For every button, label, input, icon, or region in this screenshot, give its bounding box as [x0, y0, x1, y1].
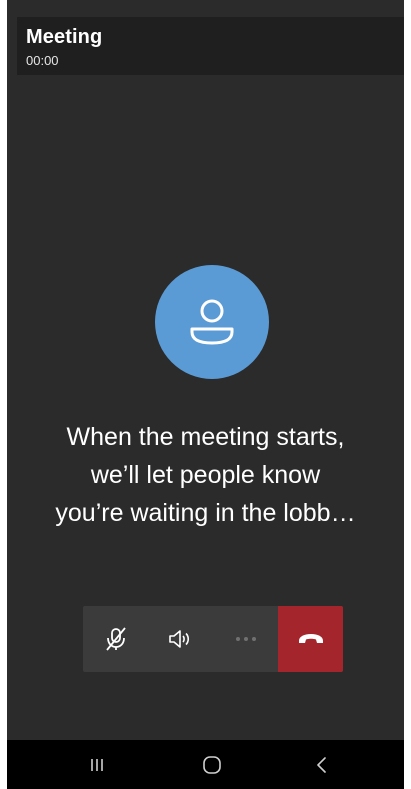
mic-off-icon	[105, 627, 126, 651]
recent-apps-button[interactable]	[67, 740, 127, 789]
back-button[interactable]	[292, 740, 352, 789]
mute-button[interactable]	[83, 606, 148, 672]
meeting-timer: 00:00	[26, 53, 59, 68]
more-options-icon	[235, 637, 256, 641]
home-button[interactable]	[182, 740, 242, 789]
system-nav-bar	[7, 740, 404, 789]
status-line: you’re waiting in the lobb…	[55, 499, 356, 527]
avatar	[155, 265, 269, 379]
call-controls-bar	[83, 606, 343, 672]
home-icon	[203, 755, 221, 774]
status-line: When the meeting starts,	[66, 423, 345, 451]
status-line: we’ll let people know	[90, 461, 321, 489]
phone-screen: Meeting 00:00 When the meeting starts, w…	[7, 0, 404, 789]
person-icon	[190, 299, 234, 345]
hang-up-icon	[298, 634, 323, 643]
meeting-title: Meeting	[26, 26, 103, 48]
speaker-button[interactable]	[148, 606, 213, 672]
recent-apps-icon	[91, 758, 103, 771]
hang-up-button[interactable]	[278, 606, 343, 672]
more-options-button[interactable]	[213, 606, 278, 672]
back-icon	[317, 756, 326, 773]
lobby-status-message: When the meeting starts, we’ll let peopl…	[7, 418, 404, 532]
speaker-icon	[168, 630, 189, 648]
